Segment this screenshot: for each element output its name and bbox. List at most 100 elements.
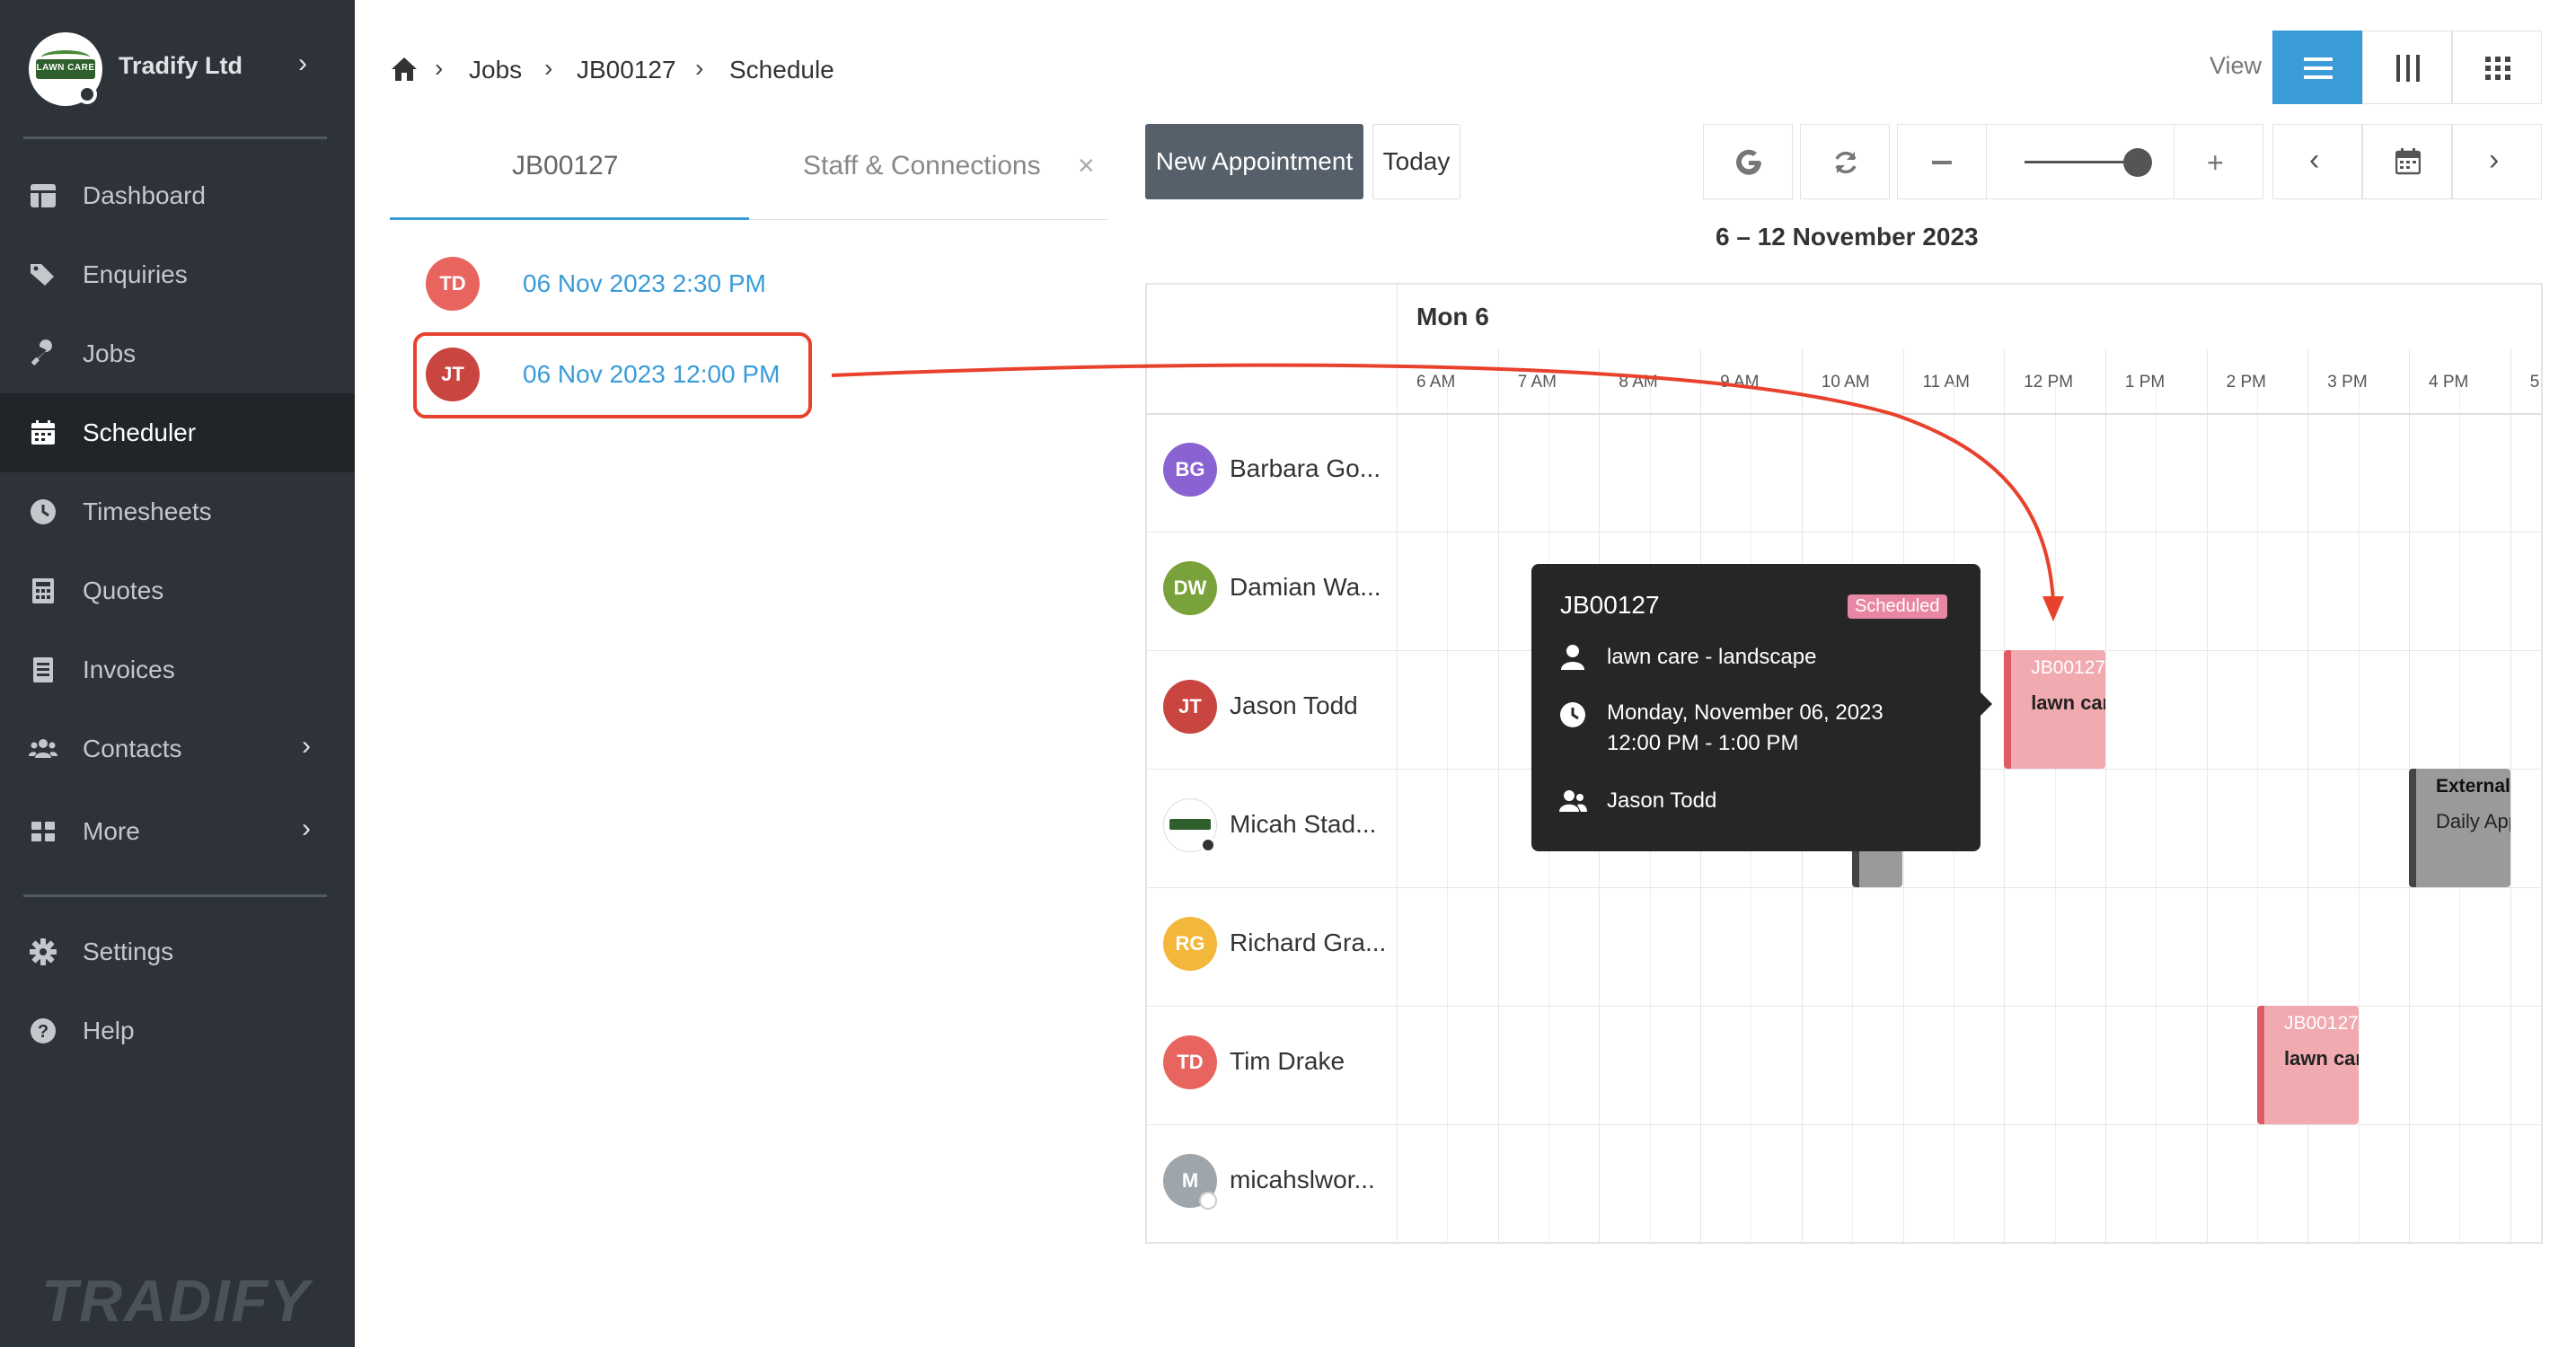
- close-icon[interactable]: ×: [1078, 149, 1095, 182]
- calendar-event[interactable]: JB00127 lawn care: [2256, 1006, 2359, 1124]
- refresh-icon: [1835, 151, 1857, 174]
- staff-row[interactable]: TD Tim Drake: [1147, 1006, 1398, 1122]
- hour-gridline: [1497, 349, 1499, 1242]
- sidebar-item-more[interactable]: More ›: [0, 792, 355, 871]
- sidebar-item-timesheets[interactable]: Timesheets: [0, 472, 355, 551]
- staff-row[interactable]: JT Jason Todd: [1147, 650, 1398, 767]
- avatar: TD: [1163, 1035, 1217, 1089]
- staff-row[interactable]: BG Barbara Go...: [1147, 413, 1398, 530]
- next-week-button[interactable]: ›: [2452, 124, 2542, 199]
- sidebar-divider: [23, 894, 327, 897]
- half-hour-gridline: [2156, 383, 2157, 1242]
- popover-staff: Jason Todd: [1607, 788, 1717, 813]
- chevron-right-icon: ›: [435, 54, 444, 82]
- breadcrumb-jobs[interactable]: Jobs: [469, 56, 522, 84]
- popover-date: Monday, November 06, 2023: [1607, 700, 1883, 725]
- zoom-in-button[interactable]: +: [2174, 124, 2263, 199]
- day-label: Mon 6: [1416, 303, 1489, 330]
- home-icon[interactable]: [390, 56, 419, 83]
- appointment-item[interactable]: TD 06 Nov 2023 2:30 PM: [426, 257, 830, 311]
- staff-row[interactable]: Mmicahslwor...: [1147, 1124, 1398, 1241]
- calendar-icon: [31, 420, 55, 445]
- hour-label: 8 AM: [1619, 373, 1658, 392]
- list-icon: [2304, 57, 2333, 79]
- tab-job[interactable]: JB00127: [512, 151, 618, 181]
- sidebar-item-label: Dashboard: [83, 181, 206, 209]
- hour-gridline: [2206, 349, 2208, 1242]
- mail-icon: [1199, 1192, 1217, 1210]
- sidebar-item-scheduler[interactable]: Scheduler: [0, 393, 355, 472]
- chevron-right-icon: ›: [302, 814, 311, 843]
- hour-gridline: [2004, 349, 2006, 1242]
- sidebar-item-settings[interactable]: Settings: [0, 912, 355, 991]
- calendar-event[interactable]: JB00127 lawn care: [2004, 650, 2105, 769]
- calendar-event[interactable]: External Daily App: [2409, 769, 2510, 887]
- sidebar-item-help[interactable]: ? Help: [0, 991, 355, 1070]
- appointment-link[interactable]: 06 Nov 2023 2:30 PM: [523, 269, 766, 298]
- avatar: JT: [1163, 680, 1217, 734]
- sidebar-item-invoices[interactable]: Invoices: [0, 630, 355, 709]
- hour-gridline: [2104, 349, 2106, 1242]
- popover-arrow: [1980, 691, 1992, 717]
- popover-description: lawn care - landscape: [1607, 645, 1817, 669]
- company-logo-avatar: [1163, 798, 1217, 853]
- users-icon: [1559, 790, 1587, 812]
- zoom-slider[interactable]: [1986, 124, 2175, 199]
- hour-label: 5 PM: [2529, 373, 2541, 392]
- zoom-out-button[interactable]: [1897, 124, 1987, 199]
- date-picker-button[interactable]: [2362, 124, 2452, 199]
- avatar: RG: [1163, 917, 1217, 971]
- hour-label: 4 PM: [2429, 373, 2469, 392]
- view-grid-button[interactable]: [2452, 31, 2542, 104]
- event-title: Daily App: [2436, 810, 2510, 832]
- wrench-icon: [31, 339, 52, 365]
- sidebar-item-jobs[interactable]: Jobs: [0, 314, 355, 393]
- today-button[interactable]: Today: [1372, 124, 1460, 199]
- status-dot-icon: [1200, 837, 1216, 853]
- prev-week-button[interactable]: ‹: [2272, 124, 2362, 199]
- sidebar-item-label: Contacts: [83, 735, 182, 762]
- row-gridline: [1147, 1243, 2541, 1244]
- staff-row[interactable]: DW Damian Wa...: [1147, 532, 1398, 648]
- new-appointment-button[interactable]: New Appointment: [1145, 124, 1363, 199]
- gear-icon: [30, 938, 57, 965]
- avatar: M: [1163, 1154, 1217, 1210]
- sidebar-item-enquiries[interactable]: Enquiries: [0, 235, 355, 314]
- hour-label: 3 PM: [2327, 373, 2368, 392]
- clock-icon: [1560, 702, 1585, 727]
- sidebar-divider: [23, 136, 327, 139]
- sidebar-item-contacts[interactable]: Contacts ›: [0, 709, 355, 788]
- view-columns-button[interactable]: [2362, 31, 2452, 104]
- clock-icon: [31, 499, 56, 524]
- staff-name: Micah Stad...: [1230, 810, 1377, 838]
- user-icon: [1561, 645, 1584, 670]
- hour-label: 6 AM: [1416, 373, 1456, 392]
- staff-row[interactable]: Micah Stad...: [1147, 769, 1398, 885]
- breadcrumb-job[interactable]: JB00127: [577, 56, 676, 84]
- calculator-icon: [32, 578, 54, 603]
- event-code: JB00127: [2031, 657, 2105, 678]
- event-title: lawn care: [2031, 691, 2105, 714]
- sidebar-item-label: Scheduler: [83, 418, 197, 446]
- refresh-button[interactable]: [1800, 124, 1890, 199]
- hour-label: 2 PM: [2226, 373, 2266, 392]
- hour-label: 11 AM: [1922, 373, 1970, 392]
- sidebar-item-dashboard[interactable]: Dashboard: [0, 156, 355, 235]
- view-label: View: [2210, 52, 2263, 79]
- grid-icon: [31, 822, 55, 841]
- sidebar-item-quotes[interactable]: Quotes: [0, 551, 355, 630]
- svg-text:?: ?: [38, 1022, 49, 1042]
- tab-staff-connections[interactable]: Staff & Connections: [803, 151, 1041, 181]
- staff-name: Tim Drake: [1230, 1047, 1345, 1075]
- chevron-right-icon: ›: [302, 731, 311, 761]
- grid-icon: [2485, 57, 2510, 80]
- google-sync-button[interactable]: [1703, 124, 1793, 199]
- view-list-button[interactable]: [2272, 31, 2362, 104]
- zoom-slider-handle[interactable]: [2123, 148, 2152, 177]
- staff-row[interactable]: RG Richard Gra...: [1147, 887, 1398, 1004]
- staff-name: Barbara Go...: [1230, 454, 1381, 482]
- sidebar-item-label: Jobs: [83, 339, 137, 367]
- calendar-icon: [2395, 148, 2421, 175]
- popover-time: 12:00 PM - 1:00 PM: [1607, 731, 1799, 755]
- org-switcher[interactable]: LAWN CARE Tradify Ltd ›: [29, 32, 334, 108]
